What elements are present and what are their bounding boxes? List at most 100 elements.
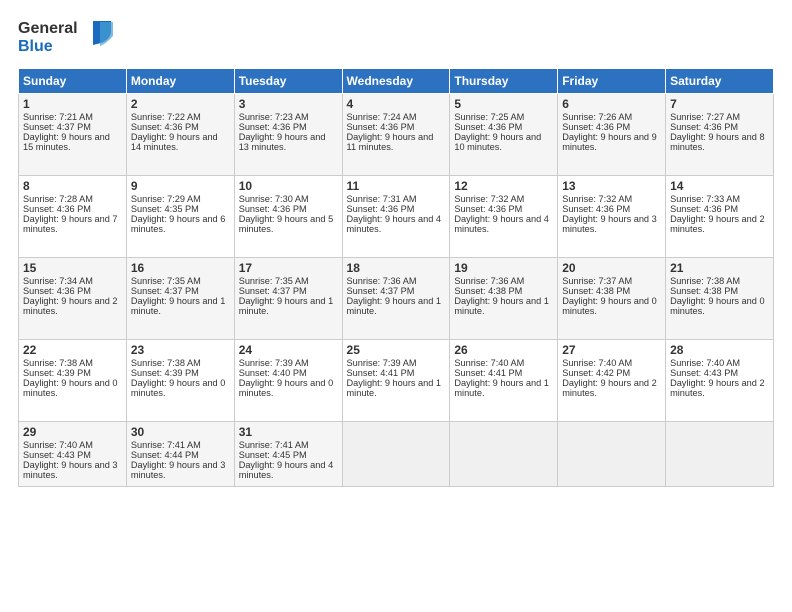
day-number: 8 (23, 179, 122, 193)
daylight-text: Daylight: 9 hours and 0 minutes. (239, 378, 334, 398)
day-number: 29 (23, 425, 122, 439)
col-saturday: Saturday (666, 69, 774, 94)
daylight-text: Daylight: 9 hours and 7 minutes. (23, 214, 118, 234)
sunset-text: Sunset: 4:36 PM (454, 204, 522, 214)
table-row: 12Sunrise: 7:32 AMSunset: 4:36 PMDayligh… (450, 176, 558, 258)
sunset-text: Sunset: 4:35 PM (131, 204, 199, 214)
day-number: 27 (562, 343, 661, 357)
day-number: 26 (454, 343, 553, 357)
sunset-text: Sunset: 4:36 PM (23, 204, 91, 214)
table-row: 31Sunrise: 7:41 AMSunset: 4:45 PMDayligh… (234, 422, 342, 487)
daylight-text: Daylight: 9 hours and 2 minutes. (670, 214, 765, 234)
table-row: 4Sunrise: 7:24 AMSunset: 4:36 PMDaylight… (342, 94, 450, 176)
day-number: 19 (454, 261, 553, 275)
daylight-text: Daylight: 9 hours and 1 minute. (347, 296, 442, 316)
sunset-text: Sunset: 4:37 PM (239, 286, 307, 296)
sunset-text: Sunset: 4:39 PM (23, 368, 91, 378)
sunrise-text: Sunrise: 7:32 AM (454, 194, 524, 204)
sunrise-text: Sunrise: 7:37 AM (562, 276, 632, 286)
sunset-text: Sunset: 4:36 PM (670, 122, 738, 132)
col-wednesday: Wednesday (342, 69, 450, 94)
daylight-text: Daylight: 9 hours and 8 minutes. (670, 132, 765, 152)
day-number: 17 (239, 261, 338, 275)
daylight-text: Daylight: 9 hours and 0 minutes. (562, 296, 657, 316)
sunrise-text: Sunrise: 7:22 AM (131, 112, 201, 122)
table-row: 1Sunrise: 7:21 AMSunset: 4:37 PMDaylight… (19, 94, 127, 176)
daylight-text: Daylight: 9 hours and 5 minutes. (239, 214, 334, 234)
page: General Blue Sunday Monday Tuesday Wedne… (0, 0, 792, 612)
sunrise-text: Sunrise: 7:24 AM (347, 112, 417, 122)
sunrise-text: Sunrise: 7:26 AM (562, 112, 632, 122)
sunrise-text: Sunrise: 7:36 AM (347, 276, 417, 286)
daylight-text: Daylight: 9 hours and 13 minutes. (239, 132, 326, 152)
sunrise-text: Sunrise: 7:38 AM (670, 276, 740, 286)
day-number: 28 (670, 343, 769, 357)
table-row (450, 422, 558, 487)
table-row: 6Sunrise: 7:26 AMSunset: 4:36 PMDaylight… (558, 94, 666, 176)
daylight-text: Daylight: 9 hours and 9 minutes. (562, 132, 657, 152)
daylight-text: Daylight: 9 hours and 1 minute. (239, 296, 334, 316)
day-number: 20 (562, 261, 661, 275)
table-row: 27Sunrise: 7:40 AMSunset: 4:42 PMDayligh… (558, 340, 666, 422)
sunrise-text: Sunrise: 7:34 AM (23, 276, 93, 286)
daylight-text: Daylight: 9 hours and 1 minute. (347, 378, 442, 398)
sunset-text: Sunset: 4:37 PM (347, 286, 415, 296)
sunrise-text: Sunrise: 7:27 AM (670, 112, 740, 122)
col-monday: Monday (126, 69, 234, 94)
sunset-text: Sunset: 4:45 PM (239, 450, 307, 460)
table-row: 25Sunrise: 7:39 AMSunset: 4:41 PMDayligh… (342, 340, 450, 422)
sunrise-text: Sunrise: 7:39 AM (239, 358, 309, 368)
day-number: 21 (670, 261, 769, 275)
daylight-text: Daylight: 9 hours and 1 minute. (454, 378, 549, 398)
sunrise-text: Sunrise: 7:21 AM (23, 112, 93, 122)
sunset-text: Sunset: 4:38 PM (670, 286, 738, 296)
daylight-text: Daylight: 9 hours and 0 minutes. (23, 378, 118, 398)
day-number: 12 (454, 179, 553, 193)
sunrise-text: Sunrise: 7:40 AM (562, 358, 632, 368)
daylight-text: Daylight: 9 hours and 10 minutes. (454, 132, 541, 152)
svg-text:Blue: Blue (18, 38, 53, 55)
sunrise-text: Sunrise: 7:40 AM (23, 440, 93, 450)
table-row: 21Sunrise: 7:38 AMSunset: 4:38 PMDayligh… (666, 258, 774, 340)
sunrise-text: Sunrise: 7:41 AM (239, 440, 309, 450)
sunset-text: Sunset: 4:44 PM (131, 450, 199, 460)
sunrise-text: Sunrise: 7:40 AM (454, 358, 524, 368)
table-row: 10Sunrise: 7:30 AMSunset: 4:36 PMDayligh… (234, 176, 342, 258)
sunset-text: Sunset: 4:37 PM (23, 122, 91, 132)
sunset-text: Sunset: 4:43 PM (23, 450, 91, 460)
day-number: 2 (131, 97, 230, 111)
table-row: 8Sunrise: 7:28 AMSunset: 4:36 PMDaylight… (19, 176, 127, 258)
sunset-text: Sunset: 4:42 PM (562, 368, 630, 378)
daylight-text: Daylight: 9 hours and 4 minutes. (239, 460, 334, 480)
table-row: 13Sunrise: 7:32 AMSunset: 4:36 PMDayligh… (558, 176, 666, 258)
daylight-text: Daylight: 9 hours and 2 minutes. (23, 296, 118, 316)
day-number: 25 (347, 343, 446, 357)
table-row: 14Sunrise: 7:33 AMSunset: 4:36 PMDayligh… (666, 176, 774, 258)
table-row: 30Sunrise: 7:41 AMSunset: 4:44 PMDayligh… (126, 422, 234, 487)
daylight-text: Daylight: 9 hours and 6 minutes. (131, 214, 226, 234)
day-number: 4 (347, 97, 446, 111)
calendar-header-row: Sunday Monday Tuesday Wednesday Thursday… (19, 69, 774, 94)
sunset-text: Sunset: 4:36 PM (239, 122, 307, 132)
day-number: 1 (23, 97, 122, 111)
table-row: 22Sunrise: 7:38 AMSunset: 4:39 PMDayligh… (19, 340, 127, 422)
col-thursday: Thursday (450, 69, 558, 94)
table-row: 29Sunrise: 7:40 AMSunset: 4:43 PMDayligh… (19, 422, 127, 487)
table-row: 9Sunrise: 7:29 AMSunset: 4:35 PMDaylight… (126, 176, 234, 258)
day-number: 22 (23, 343, 122, 357)
sunset-text: Sunset: 4:39 PM (131, 368, 199, 378)
logo: General Blue (18, 15, 123, 60)
daylight-text: Daylight: 9 hours and 3 minutes. (23, 460, 118, 480)
sunrise-text: Sunrise: 7:28 AM (23, 194, 93, 204)
day-number: 5 (454, 97, 553, 111)
day-number: 7 (670, 97, 769, 111)
sunset-text: Sunset: 4:37 PM (131, 286, 199, 296)
table-row: 11Sunrise: 7:31 AMSunset: 4:36 PMDayligh… (342, 176, 450, 258)
day-number: 24 (239, 343, 338, 357)
table-row: 2Sunrise: 7:22 AMSunset: 4:36 PMDaylight… (126, 94, 234, 176)
table-row: 7Sunrise: 7:27 AMSunset: 4:36 PMDaylight… (666, 94, 774, 176)
sunrise-text: Sunrise: 7:33 AM (670, 194, 740, 204)
day-number: 16 (131, 261, 230, 275)
day-number: 30 (131, 425, 230, 439)
table-row: 26Sunrise: 7:40 AMSunset: 4:41 PMDayligh… (450, 340, 558, 422)
